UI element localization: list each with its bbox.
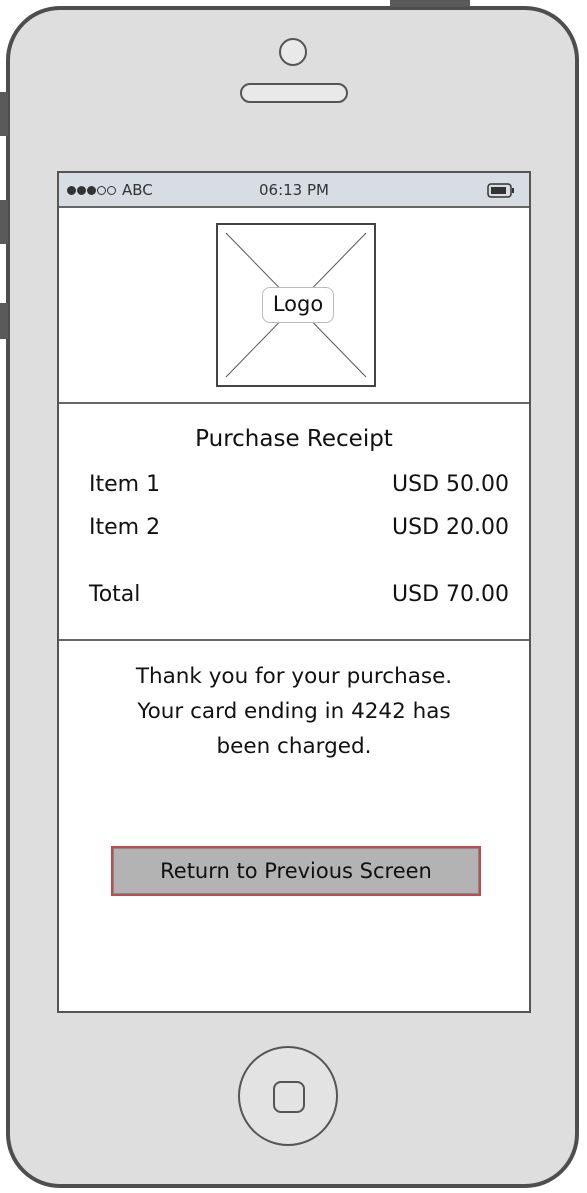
thank-you-message: Thank you for your purchase. Your card e… bbox=[79, 659, 509, 764]
logo-label: Logo bbox=[262, 287, 334, 323]
receipt-title: Purchase Receipt bbox=[195, 426, 393, 452]
message-line: Your card ending in 4242 has bbox=[137, 699, 451, 724]
home-square-icon bbox=[273, 1081, 305, 1113]
logo-placeholder: Logo bbox=[216, 223, 376, 387]
total-label: Total bbox=[89, 582, 141, 607]
item-price: USD 50.00 bbox=[392, 472, 509, 497]
logo-section: Logo bbox=[59, 208, 529, 404]
receipt-section: Purchase Receipt Item 1 USD 50.00 Item 2… bbox=[59, 404, 529, 641]
phone-screen: ABC 06:13 PM Logo Purchase Receipt Item … bbox=[57, 171, 531, 1013]
status-time: 06:13 PM bbox=[259, 181, 329, 199]
return-button[interactable]: Return to Previous Screen bbox=[111, 846, 481, 896]
item-name: Item 2 bbox=[89, 515, 161, 540]
front-camera bbox=[279, 38, 307, 66]
status-bar: ABC 06:13 PM bbox=[59, 173, 529, 208]
line-item: Item 2 USD 20.00 bbox=[89, 515, 509, 540]
mute-switch bbox=[0, 92, 8, 136]
earpiece-speaker bbox=[240, 83, 348, 103]
total-row: Total USD 70.00 bbox=[89, 582, 509, 607]
home-button[interactable] bbox=[238, 1046, 338, 1146]
line-item: Item 1 USD 50.00 bbox=[89, 472, 509, 497]
battery-icon bbox=[487, 183, 514, 198]
volume-down-button bbox=[0, 303, 8, 339]
power-button bbox=[390, 0, 470, 7]
message-line: been charged. bbox=[216, 734, 372, 759]
message-section: Thank you for your purchase. Your card e… bbox=[59, 641, 529, 1011]
volume-up-button bbox=[0, 200, 8, 244]
item-name: Item 1 bbox=[89, 472, 161, 497]
total-value: USD 70.00 bbox=[392, 582, 509, 607]
item-price: USD 20.00 bbox=[392, 515, 509, 540]
message-line: Thank you for your purchase. bbox=[135, 664, 453, 689]
